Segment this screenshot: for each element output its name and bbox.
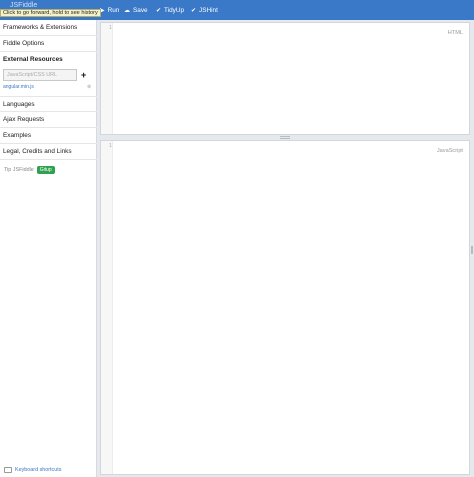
top-toolbar: JSFiddle Click to go forward, hold to se… [0, 0, 474, 20]
save-label: Save [133, 6, 148, 14]
shortcuts-label: Keyboard shortcuts [15, 467, 62, 473]
remove-resource-icon[interactable]: ⊗ [87, 84, 91, 90]
javascript-editor[interactable]: 1 JavaScript [100, 140, 470, 475]
sidebar-item-languages[interactable]: Languages [0, 96, 97, 112]
sidebar-item-examples[interactable]: Examples [0, 128, 97, 144]
resource-link[interactable]: angular.min.js [3, 84, 34, 90]
jshint-label: JSHint [199, 6, 218, 14]
history-tooltip: Click to go forward, hold to see history [0, 9, 101, 17]
keyboard-icon [4, 467, 12, 473]
cloud-upload-icon: ☁ [124, 7, 130, 14]
tidyup-button[interactable]: ✔ TidyUp [156, 0, 184, 20]
vertical-resize-handle[interactable] [471, 246, 473, 254]
html-gutter: 1 [101, 23, 113, 134]
run-button[interactable]: ▶ Run [100, 0, 119, 20]
check-icon: ✔ [191, 7, 197, 14]
logo-text: JSFiddle [10, 2, 38, 9]
js-gutter: 1 [101, 141, 113, 474]
gitup-badge[interactable]: Gitup [36, 166, 55, 174]
js-panel-label: JavaScript [436, 148, 463, 154]
sidebar-item-fiddle-options[interactable]: Fiddle Options [0, 36, 97, 52]
tip-row: Tip JSFiddle Gitup [4, 166, 55, 174]
sidebar: Frameworks & Extensions Fiddle Options E… [0, 20, 97, 477]
add-resource-button[interactable]: + [81, 70, 86, 80]
tip-label: Tip JSFiddle [4, 167, 34, 173]
sidebar-item-frameworks[interactable]: Frameworks & Extensions [0, 20, 97, 36]
run-label: Run [107, 6, 120, 14]
horizontal-resize-handle[interactable] [280, 136, 290, 139]
line-number: 1 [109, 25, 112, 31]
keyboard-shortcuts-link[interactable]: Keyboard shortcuts [4, 467, 61, 473]
html-editor[interactable]: 1 HTML [100, 22, 470, 135]
tidyup-label: TidyUp [164, 6, 185, 14]
sidebar-item-ajax[interactable]: Ajax Requests [0, 112, 97, 128]
sidebar-item-external-resources[interactable]: External Resources [0, 52, 97, 68]
resource-url-input[interactable]: JavaScript/CSS URL [3, 69, 77, 81]
sidebar-item-legal[interactable]: Legal, Credits and Links [0, 144, 97, 160]
jshint-button[interactable]: ✔ JSHint [191, 0, 218, 20]
html-panel-label: HTML [447, 30, 463, 36]
check-icon: ✔ [156, 7, 162, 14]
save-button[interactable]: ☁ Save [124, 0, 148, 20]
line-number: 1 [109, 143, 112, 149]
